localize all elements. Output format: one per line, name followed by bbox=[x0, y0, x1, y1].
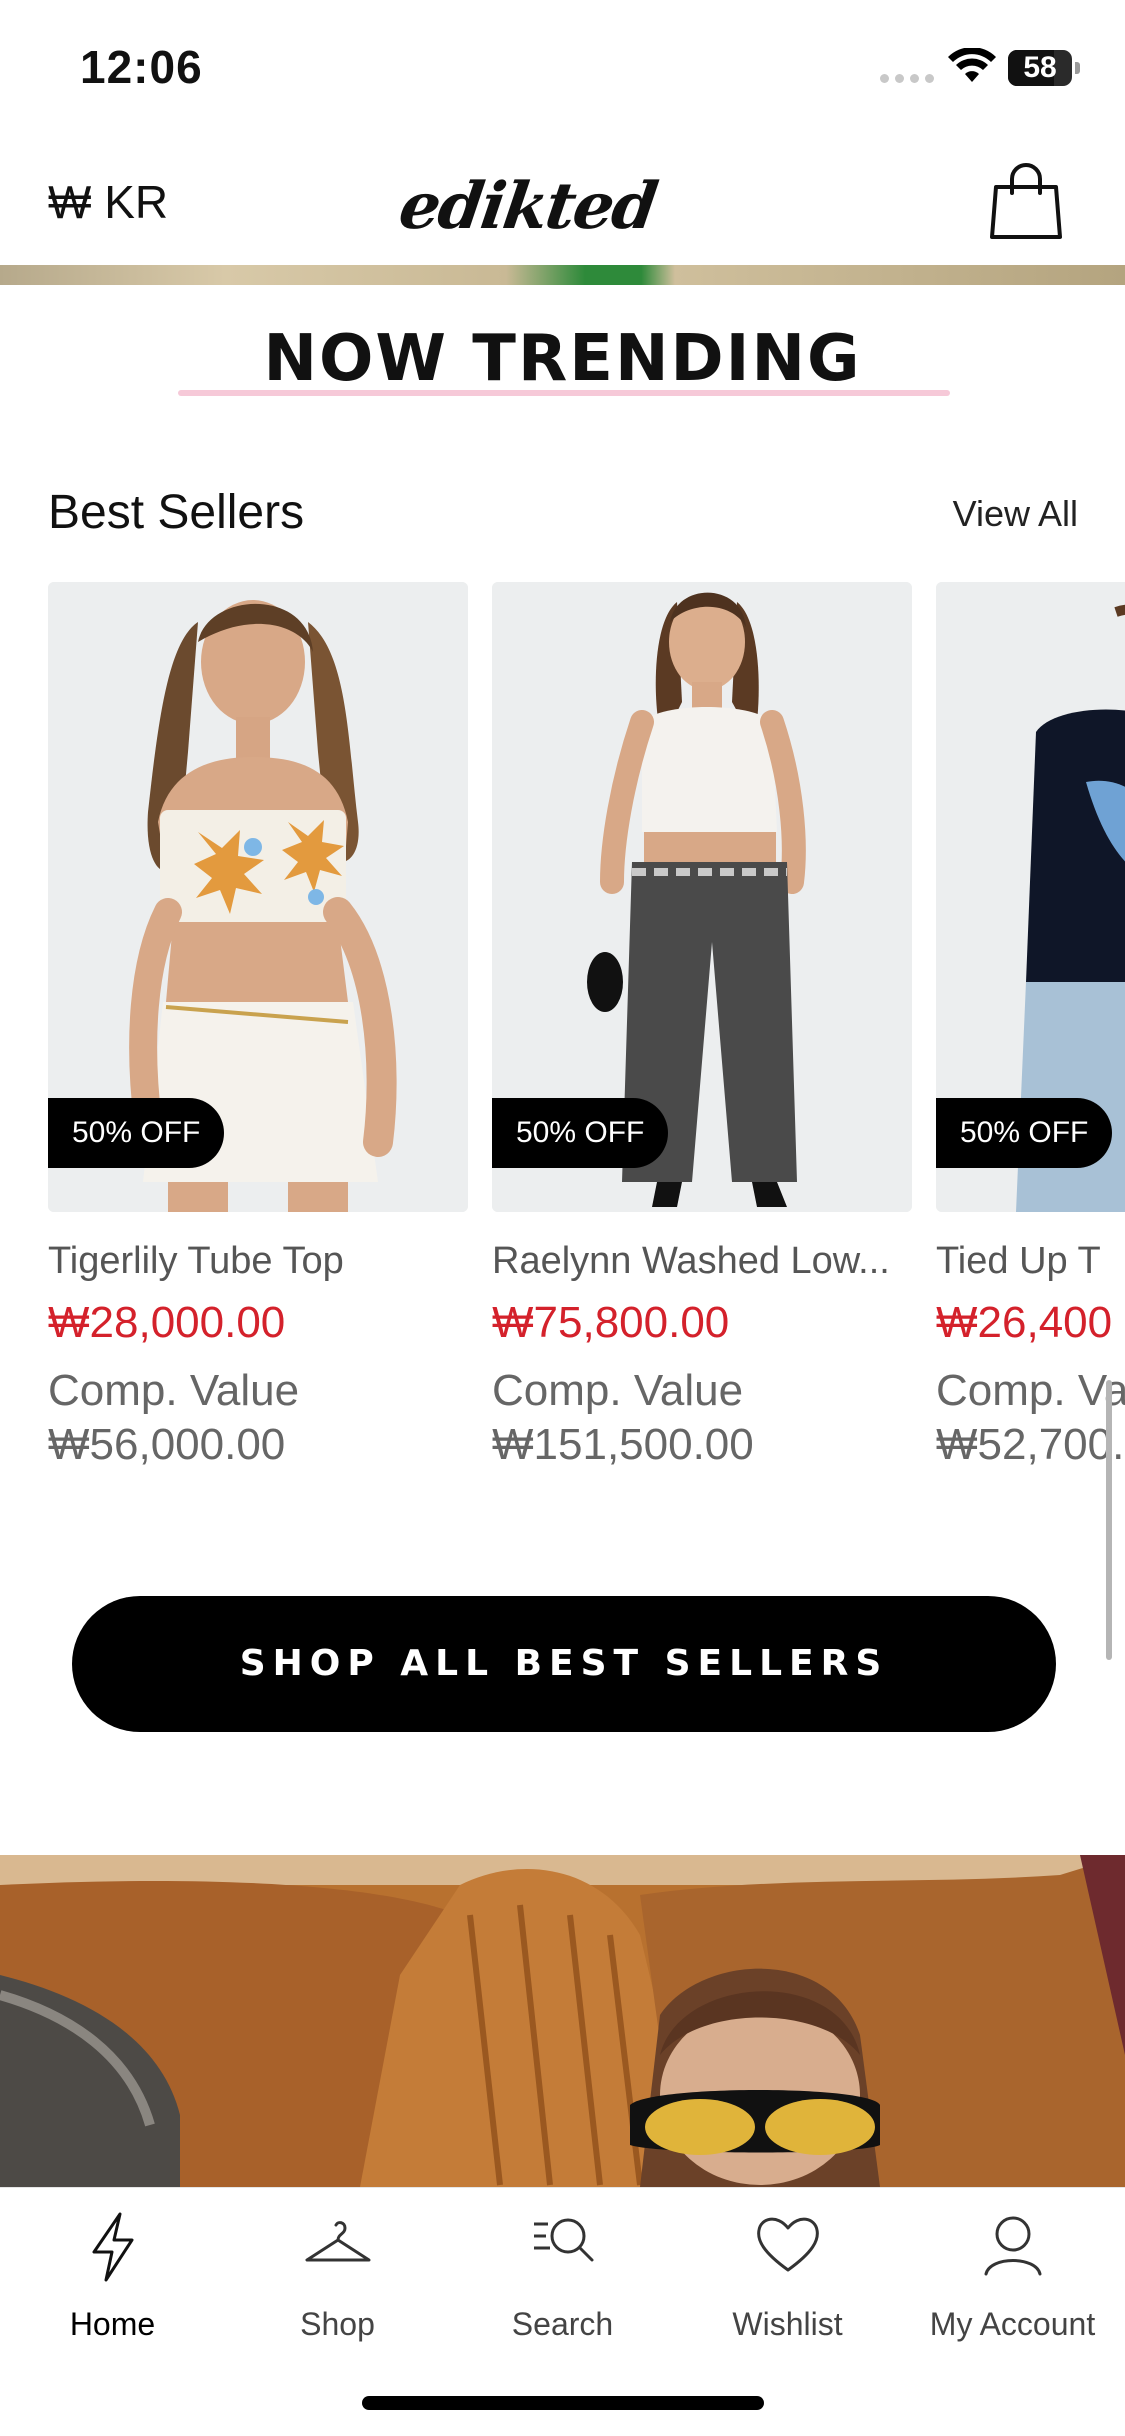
product-name[interactable]: Tied Up T bbox=[936, 1240, 1125, 1283]
section-title: Best Sellers bbox=[48, 486, 305, 539]
product-price: ₩28,000.00 bbox=[48, 1298, 286, 1347]
cellular-signal-icon bbox=[880, 74, 934, 83]
lightning-icon bbox=[92, 2212, 134, 2282]
campaign-hero-image[interactable] bbox=[0, 1855, 1125, 2187]
brand-logo-text: edikted bbox=[394, 169, 661, 244]
comp-value: Comp. Value ₩56,000.00 bbox=[48, 1364, 299, 1472]
product-name[interactable]: Raelynn Washed Low... bbox=[492, 1240, 912, 1283]
tab-my-account[interactable]: My Account bbox=[900, 2210, 1125, 2360]
discount-badge: 50% OFF bbox=[48, 1098, 225, 1168]
comp-value-label: Comp. Va bbox=[936, 1366, 1125, 1415]
best-sellers-header: Best Sellers View All bbox=[48, 485, 1078, 545]
comp-value-amount: ₩52,700. bbox=[936, 1420, 1125, 1469]
comp-value-amount: ₩56,000.00 bbox=[48, 1420, 286, 1469]
tab-search[interactable]: Search bbox=[450, 2210, 675, 2360]
discount-badge: 50% OFF bbox=[492, 1098, 669, 1168]
hero-image-strip[interactable] bbox=[0, 265, 1125, 285]
product-price: ₩26,400 bbox=[936, 1298, 1113, 1347]
product-image[interactable]: 50% OFF bbox=[492, 582, 912, 1212]
tab-shop[interactable]: Shop bbox=[225, 2210, 450, 2360]
search-icon bbox=[534, 2218, 594, 2262]
product-price: ₩75,800.00 bbox=[492, 1298, 730, 1347]
heart-icon bbox=[757, 2217, 819, 2272]
comp-value: Comp. Value ₩151,500.00 bbox=[492, 1364, 754, 1472]
comp-value-label: Comp. Value bbox=[48, 1366, 300, 1415]
product-image[interactable]: 50% OFF bbox=[936, 582, 1125, 1212]
battery-icon: 58 bbox=[1008, 50, 1080, 86]
view-all-link[interactable]: View All bbox=[953, 493, 1078, 535]
status-bar: 12:06 58 bbox=[0, 0, 1125, 135]
battery-level: 58 bbox=[1023, 51, 1057, 84]
comp-value: Comp. Va ₩52,700. bbox=[936, 1364, 1125, 1472]
tab-label: Wishlist bbox=[732, 2306, 843, 2342]
shop-all-best-sellers-button[interactable]: SHOP ALL BEST SELLERS bbox=[72, 1596, 1056, 1732]
tab-label: Home bbox=[69, 2306, 156, 2342]
home-indicator[interactable] bbox=[362, 2396, 764, 2410]
wifi-icon bbox=[948, 48, 996, 82]
brand-logo[interactable]: edikted bbox=[395, 157, 725, 247]
user-icon bbox=[984, 2216, 1042, 2276]
currency-selector[interactable]: ₩ KR bbox=[48, 175, 168, 229]
comp-value-label: Comp. Value bbox=[492, 1366, 744, 1415]
tab-home[interactable]: Home bbox=[0, 2210, 225, 2360]
tab-label: Search bbox=[511, 2306, 614, 2342]
now-trending-heading: NOW TRENDING bbox=[263, 322, 862, 396]
app-header: ₩ KR edikted bbox=[0, 135, 1125, 265]
scroll-indicator bbox=[1106, 1380, 1112, 1660]
discount-badge: 50% OFF bbox=[936, 1098, 1113, 1168]
product-carousel[interactable]: 50% OFF Tigerlily Tube Top ₩28,000.00 Co… bbox=[48, 582, 1125, 1482]
product-name[interactable]: Tigerlily Tube Top bbox=[48, 1240, 468, 1283]
product-image[interactable]: 50% OFF bbox=[48, 582, 468, 1212]
status-time: 12:06 bbox=[80, 41, 203, 93]
hanger-icon bbox=[305, 2221, 371, 2262]
tab-wishlist[interactable]: Wishlist bbox=[675, 2210, 900, 2360]
shopping-bag-icon[interactable] bbox=[990, 161, 1062, 241]
tab-label: My Account bbox=[929, 2306, 1096, 2342]
comp-value-amount: ₩151,500.00 bbox=[492, 1420, 754, 1469]
trending-underline bbox=[178, 390, 950, 396]
tab-label: Shop bbox=[300, 2306, 375, 2342]
